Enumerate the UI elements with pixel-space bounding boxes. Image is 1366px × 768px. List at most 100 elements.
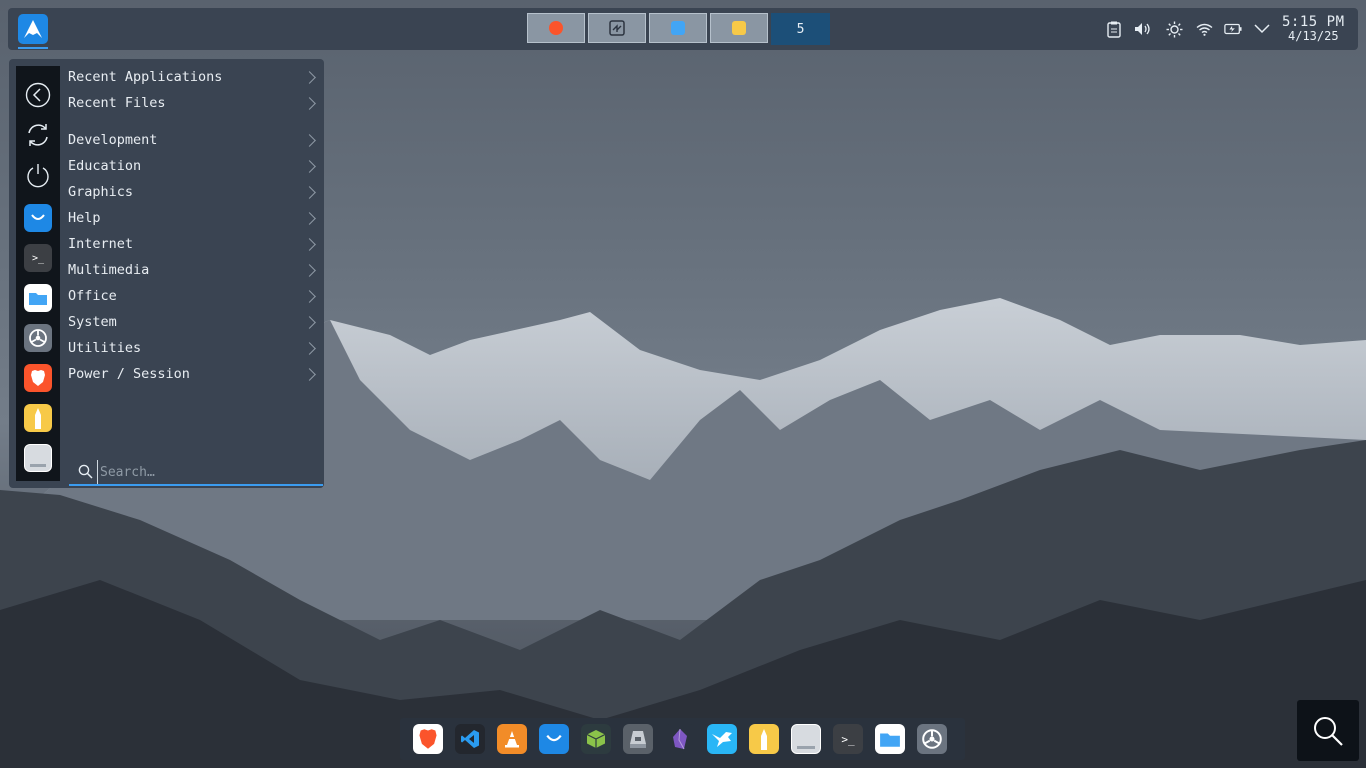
dock-brave[interactable] [413, 724, 443, 754]
menu-item-label: System [68, 314, 117, 330]
sidebar-brave[interactable] [24, 364, 52, 392]
menu-item-system[interactable]: System [68, 311, 318, 333]
menu-item-graphics[interactable]: Graphics [68, 181, 318, 203]
chevron-right-icon [303, 289, 316, 303]
menu-item-label: Development [68, 132, 158, 148]
dock-bird-app[interactable] [707, 724, 737, 754]
brave-icon [24, 364, 52, 392]
search-icon [78, 464, 93, 479]
workspace-indicator[interactable]: 5 [771, 13, 830, 45]
folder-icon [671, 21, 685, 35]
clock-time[interactable]: 5:15 PM [1282, 14, 1345, 30]
menu-item-label: Office [68, 288, 117, 304]
back-icon[interactable] [24, 81, 52, 109]
menu-item-help[interactable]: Help [68, 207, 318, 229]
brightness-icon[interactable] [1165, 20, 1183, 38]
chevron-right-icon [303, 159, 316, 173]
chevron-right-icon [303, 263, 316, 277]
sidebar-terminal[interactable]: >_ [24, 244, 52, 272]
sidebar-files[interactable] [24, 284, 52, 312]
dock-disks[interactable] [791, 724, 821, 754]
pencil-icon [761, 729, 767, 750]
menu-item-label: Recent Files [68, 95, 166, 111]
dock-vscode[interactable] [455, 724, 485, 754]
menu-search [69, 456, 323, 486]
disk-icon [797, 745, 815, 749]
menu-item-label: Help [68, 210, 101, 226]
wifi-icon[interactable] [1195, 20, 1213, 38]
chevron-right-icon [303, 341, 316, 355]
dock-files[interactable] [875, 724, 905, 754]
menu-item-label: Education [68, 158, 142, 174]
menu-item-education[interactable]: Education [68, 155, 318, 177]
arch-logo-icon [24, 20, 42, 38]
dock-pencil[interactable] [749, 724, 779, 754]
launcher-active-indicator [18, 47, 48, 49]
app-launcher-button[interactable] [18, 14, 48, 44]
menu-item-internet[interactable]: Internet [68, 233, 318, 255]
installer-icon [609, 20, 625, 36]
menu-item-label: Internet [68, 236, 134, 252]
chevron-right-icon [303, 96, 316, 110]
menu-item-office[interactable]: Office [68, 285, 318, 307]
menu-sidebar: >_ [16, 66, 60, 481]
sidebar-settings[interactable] [24, 324, 52, 352]
chevron-down-icon[interactable] [1253, 20, 1271, 38]
menu-item-utilities[interactable]: Utilities [68, 337, 318, 359]
pencil-icon [732, 21, 746, 35]
terminal-icon: >_ [24, 244, 52, 272]
chevron-right-icon [303, 70, 316, 84]
vscode-icon [461, 730, 479, 748]
chevron-right-icon [303, 367, 316, 381]
battery-icon[interactable] [1224, 20, 1242, 38]
brave-icon [549, 21, 563, 35]
menu-item-development[interactable]: Development [68, 129, 318, 151]
application-menu: >_ Recent Applications Recent Files Deve… [9, 59, 324, 488]
dock-software-store[interactable] [539, 724, 569, 754]
vlc-icon [505, 731, 519, 748]
menu-item-label: Recent Applications [68, 69, 223, 85]
brave-icon [419, 729, 437, 749]
chevron-right-icon [303, 211, 316, 225]
sidebar-pencil[interactable] [24, 404, 52, 432]
refresh-icon[interactable] [24, 121, 52, 149]
clock-date[interactable]: 4/13/25 [1288, 29, 1339, 43]
sidebar-software-store[interactable] [24, 204, 52, 232]
dock-obsidian[interactable] [665, 724, 695, 754]
menu-item-recent-applications[interactable]: Recent Applications [68, 66, 318, 88]
task-pencil[interactable] [710, 13, 768, 43]
sidebar-disks[interactable] [24, 444, 52, 472]
menu-item-multimedia[interactable]: Multimedia [68, 259, 318, 281]
task-brave[interactable] [527, 13, 585, 43]
clipboard-icon[interactable] [1105, 20, 1123, 38]
dock-settings[interactable] [917, 724, 947, 754]
dock-package[interactable] [581, 724, 611, 754]
bird-icon [712, 732, 732, 747]
menu-item-label: Utilities [68, 340, 142, 356]
menu-item-recent-files[interactable]: Recent Files [68, 92, 318, 114]
dock-vlc[interactable] [497, 724, 527, 754]
package-icon [586, 730, 606, 748]
top-panel: 5 5:15 PM 4/13/25 [8, 8, 1358, 50]
volume-icon[interactable] [1134, 20, 1152, 38]
terminal-icon: >_ [841, 732, 855, 746]
gear-icon [24, 324, 52, 352]
menu-item-label: Graphics [68, 184, 134, 200]
menu-item-power-session[interactable]: Power / Session [68, 363, 318, 385]
pencil-icon [24, 404, 52, 432]
hard-drive-icon [630, 731, 646, 748]
chevron-right-icon [303, 315, 316, 329]
dock-terminal[interactable]: >_ [833, 724, 863, 754]
menu-item-label: Power / Session [68, 366, 190, 382]
power-icon[interactable] [24, 161, 52, 189]
search-input[interactable] [97, 460, 317, 484]
folder-icon [880, 733, 900, 747]
task-files[interactable] [649, 13, 707, 43]
corner-search-button[interactable] [1297, 700, 1359, 761]
gear-icon [922, 729, 942, 749]
chevron-right-icon [303, 237, 316, 251]
search-icon [1314, 716, 1343, 746]
dock-hard-drive[interactable] [623, 724, 653, 754]
dock: >_ [400, 718, 965, 760]
task-installer[interactable] [588, 13, 646, 43]
